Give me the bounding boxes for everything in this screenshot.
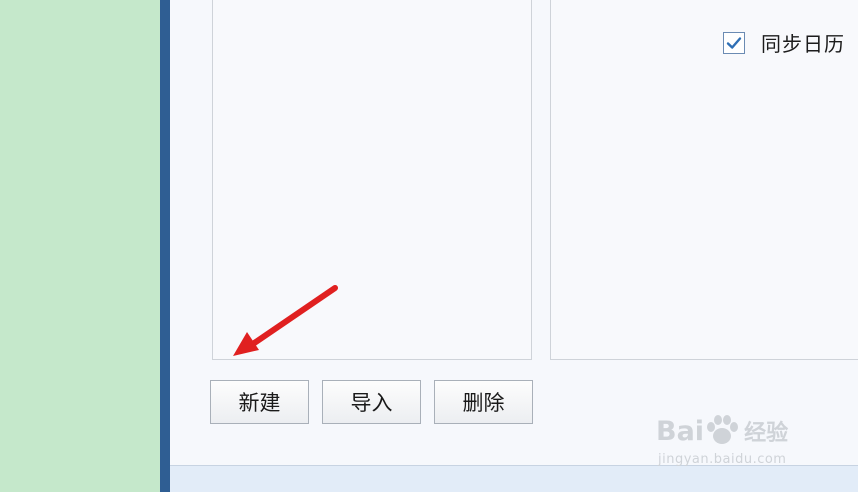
- delete-button[interactable]: 删除: [434, 380, 533, 424]
- sync-calendar-label: 同步日历: [761, 32, 845, 56]
- new-button[interactable]: 新建: [210, 380, 309, 424]
- screen: 同步日历 新建 导入 删除 Bai 经验 jingyan.baidu.com: [0, 0, 858, 492]
- sync-calendar-row[interactable]: 同步日历: [723, 28, 845, 57]
- import-button[interactable]: 导入: [322, 380, 421, 424]
- checkmark-icon: [726, 36, 742, 49]
- window-frame-border: [160, 0, 170, 492]
- sync-calendar-checkbox[interactable]: [723, 31, 745, 54]
- settings-window: 同步日历 新建 导入 删除: [170, 0, 858, 492]
- desktop-background: [0, 0, 160, 492]
- status-bar: [170, 465, 858, 492]
- calendar-list-panel[interactable]: [212, 0, 532, 360]
